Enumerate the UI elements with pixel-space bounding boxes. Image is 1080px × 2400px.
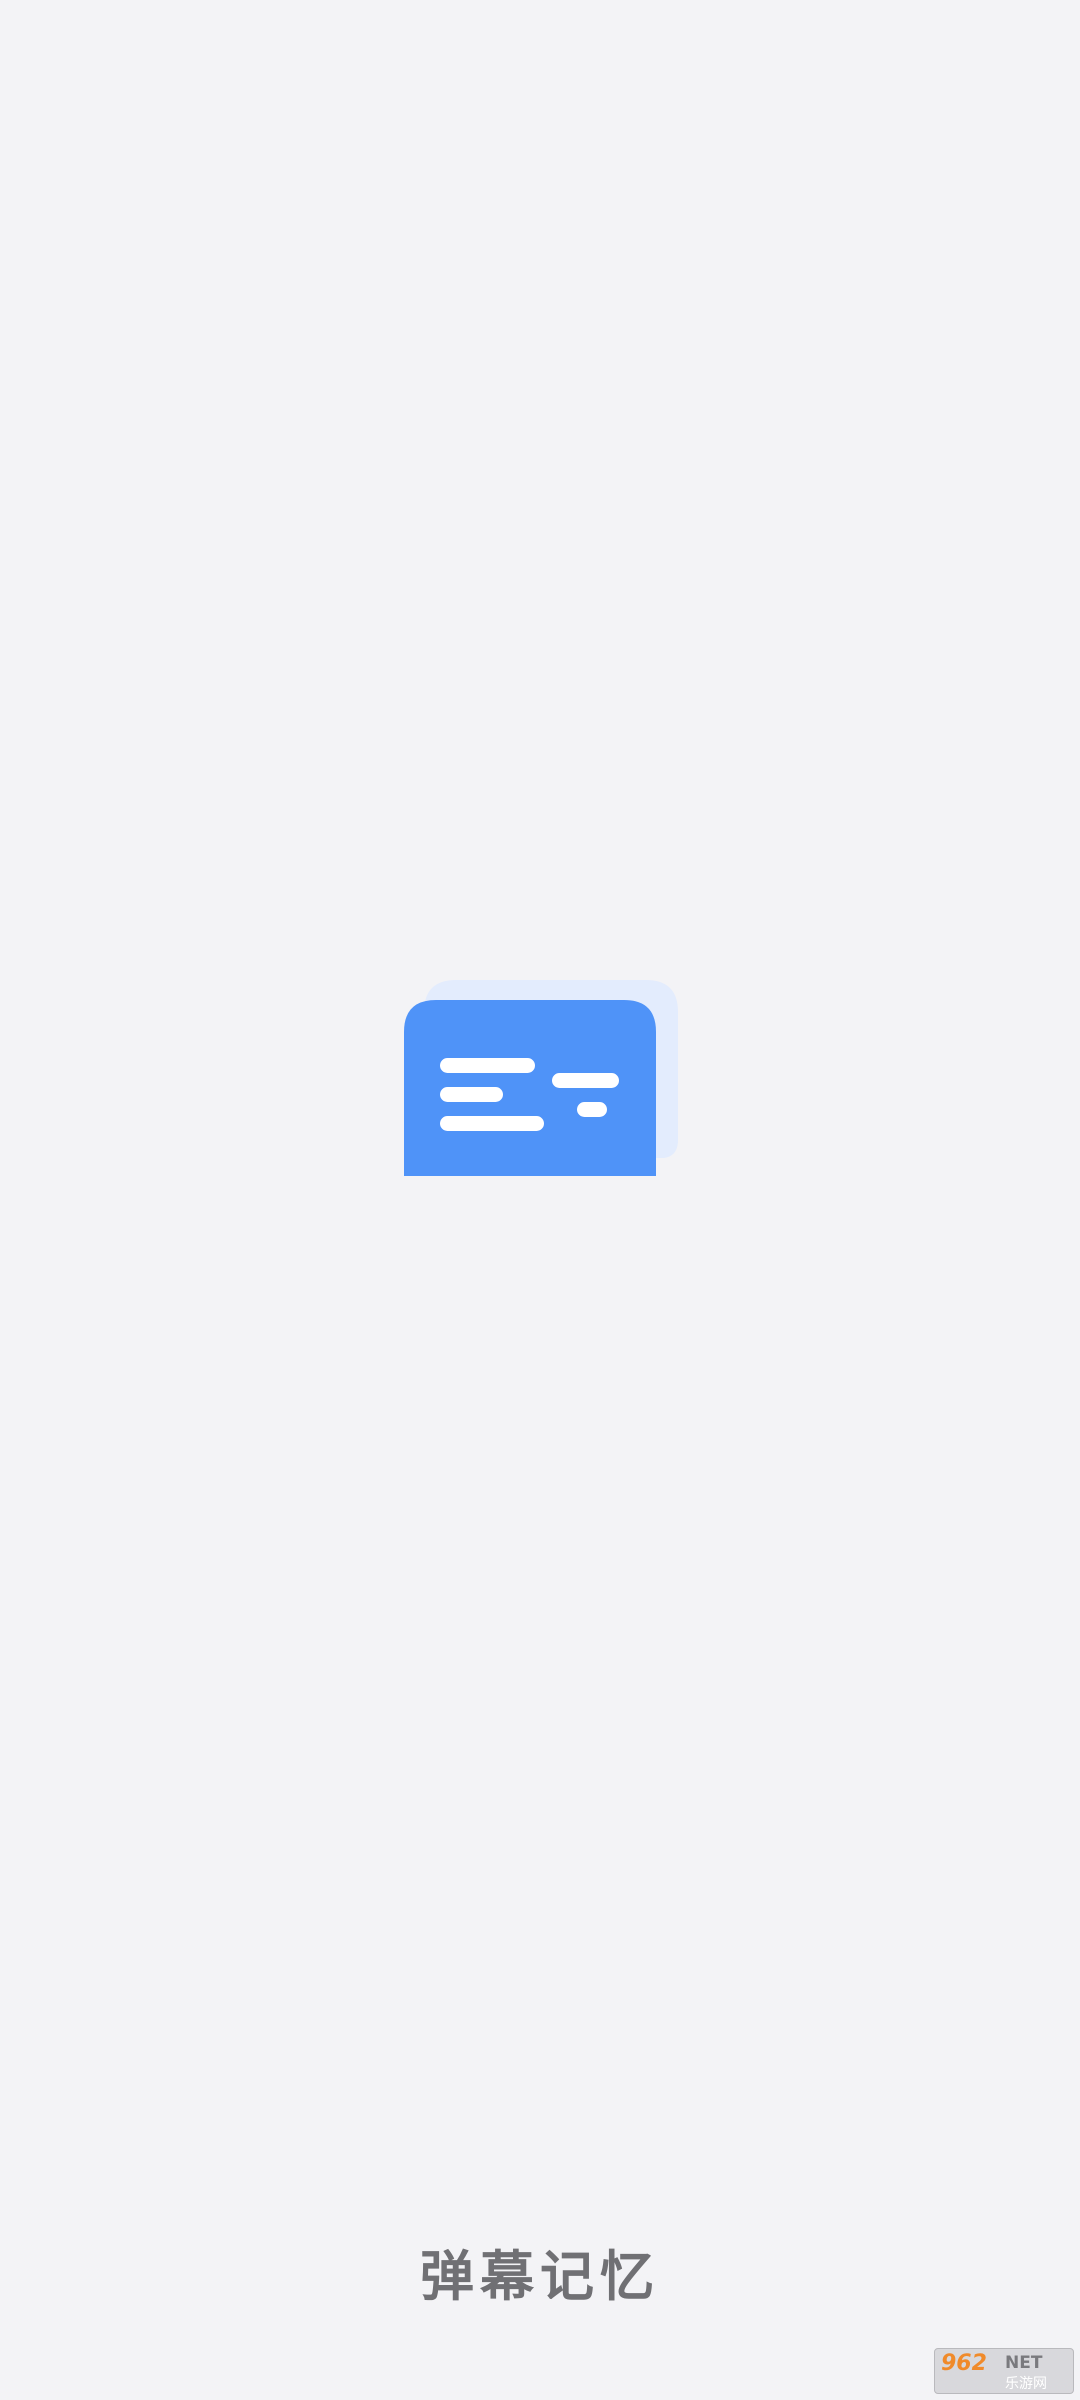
app-logo-icon [404,980,678,1176]
logo-bar [440,1087,503,1102]
watermark-logo: 962 NET 乐游网 [934,2348,1074,2394]
watermark-suffix: NET [1005,2353,1043,2373]
logo-bar [552,1073,619,1088]
watermark-site: 乐游网 [1005,2376,1047,2392]
logo-bar [440,1058,535,1073]
logo-bar [440,1116,544,1131]
watermark-number: 962 [941,2351,987,2376]
app-name: 弹幕记忆 [420,2244,660,2308]
logo-front-card [404,1000,656,1176]
logo-bar [577,1102,607,1117]
